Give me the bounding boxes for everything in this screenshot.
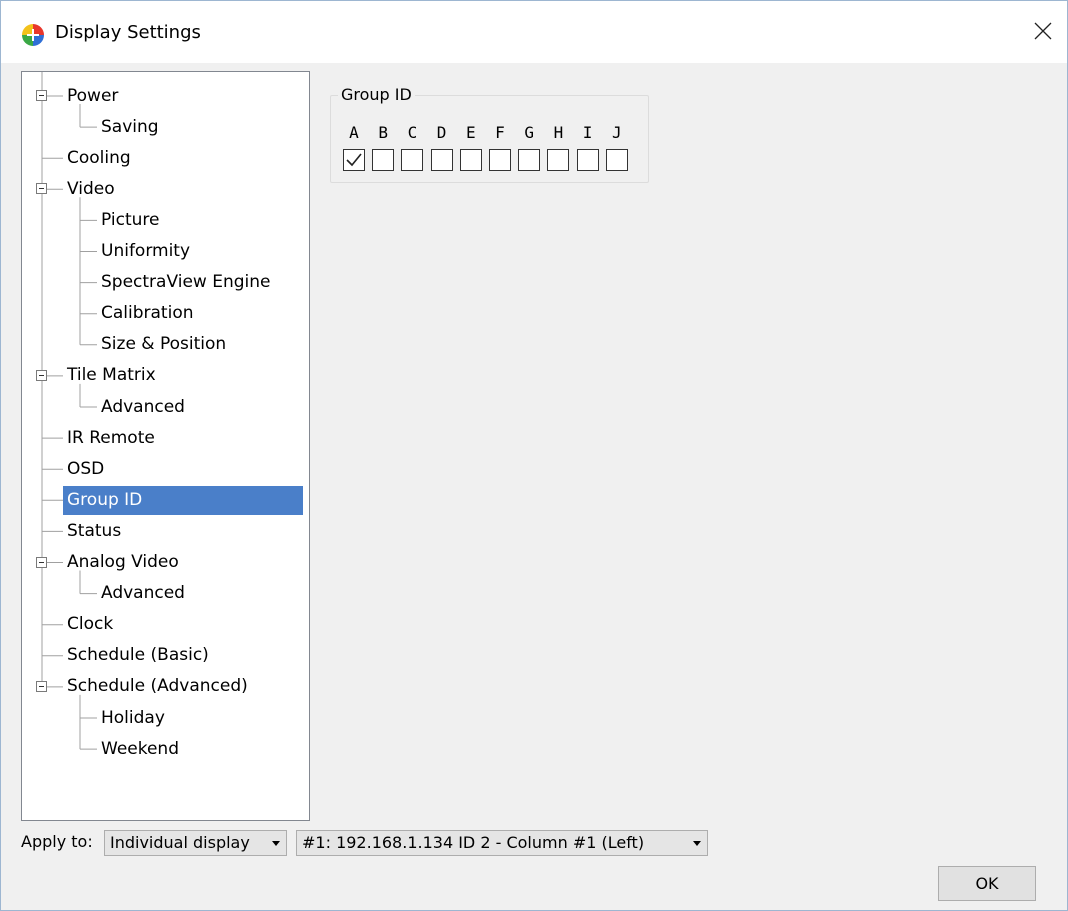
group-letter-label: J: [611, 123, 622, 142]
tree-item[interactable]: Schedule (Basic): [63, 641, 213, 670]
tree-item[interactable]: Saving: [97, 113, 163, 142]
chevron-down-icon: [272, 841, 280, 846]
group-letter-label: G: [524, 123, 534, 142]
tree-item[interactable]: Video: [63, 175, 119, 204]
tree-item[interactable]: Clock: [63, 610, 117, 639]
window-title: Display Settings: [55, 22, 201, 43]
checkmark-icon: [346, 153, 362, 167]
group-letter-label: B: [378, 123, 388, 142]
group-checkbox[interactable]: [459, 149, 482, 171]
tree-item[interactable]: Uniformity: [97, 237, 194, 266]
group-checkbox[interactable]: [401, 149, 424, 171]
group-letter-label: F: [495, 123, 505, 142]
target-display-value: #1: 192.168.1.134 ID 2 - Column #1 (Left…: [302, 833, 645, 852]
display-settings-window: Display Settings Power Saving Cooling Video…: [0, 0, 1068, 911]
nec-color-wheel-icon: [21, 23, 45, 47]
tree-item[interactable]: Status: [63, 517, 125, 546]
tree-item[interactable]: Calibration: [97, 299, 198, 328]
group-letter-label: A: [349, 123, 359, 142]
group-checkbox[interactable]: [605, 149, 628, 171]
chevron-down-icon: [693, 841, 701, 846]
target-display-dropdown[interactable]: #1: 192.168.1.134 ID 2 - Column #1 (Left…: [296, 830, 708, 856]
tree-item[interactable]: Advanced: [97, 393, 189, 422]
tree-item[interactable]: Advanced: [97, 579, 189, 608]
tree-item[interactable]: Picture: [97, 206, 163, 235]
tree-item[interactable]: Group ID: [63, 485, 303, 515]
group-checkbox[interactable]: [576, 149, 599, 171]
group-id-legend: Group ID: [338, 85, 415, 104]
tree-item[interactable]: IR Remote: [63, 424, 159, 453]
group-letter-label: D: [436, 123, 447, 142]
title-bar: Display Settings: [1, 1, 1067, 63]
close-button[interactable]: [1019, 13, 1067, 53]
tree-item[interactable]: SpectraView Engine: [97, 268, 274, 297]
group-letter-label: H: [553, 123, 564, 142]
group-letter-label: C: [407, 123, 418, 142]
tree-item[interactable]: Holiday: [97, 704, 169, 733]
apply-to-dropdown[interactable]: Individual display: [104, 830, 287, 856]
tree-item[interactable]: Tile Matrix: [63, 361, 160, 390]
apply-to-label: Apply to:: [21, 832, 93, 851]
tree-item[interactable]: Schedule (Advanced): [63, 672, 252, 701]
settings-tree[interactable]: Power Saving Cooling Video Picture Uniformity…: [21, 71, 310, 821]
collapse-toggle-icon[interactable]: [36, 369, 47, 381]
group-checkbox[interactable]: [430, 149, 453, 171]
close-icon: [1034, 22, 1052, 45]
group-checkbox[interactable]: [489, 149, 511, 171]
group-letter-label: I: [582, 123, 593, 142]
group-letter-label: E: [465, 123, 476, 142]
tree-item[interactable]: Power: [63, 82, 122, 111]
group-checkbox[interactable]: [518, 149, 541, 171]
group-checkbox[interactable]: [372, 149, 395, 171]
tree-item[interactable]: Size & Position: [97, 330, 230, 359]
apply-to-value: Individual display: [110, 833, 250, 852]
collapse-toggle-icon[interactable]: [36, 183, 47, 195]
tree-item[interactable]: OSD: [63, 455, 108, 484]
tree-item[interactable]: Analog Video: [63, 548, 183, 577]
group-checkbox[interactable]: [547, 149, 570, 171]
ok-button-label: OK: [975, 874, 999, 893]
tree-item[interactable]: Cooling: [63, 144, 135, 173]
group-checkbox[interactable]: [343, 149, 365, 171]
tree-item[interactable]: Weekend: [97, 735, 183, 764]
collapse-toggle-icon[interactable]: [36, 556, 47, 568]
collapse-toggle-icon[interactable]: [36, 90, 47, 101]
ok-button[interactable]: OK: [938, 866, 1036, 901]
collapse-toggle-icon[interactable]: [36, 680, 47, 692]
